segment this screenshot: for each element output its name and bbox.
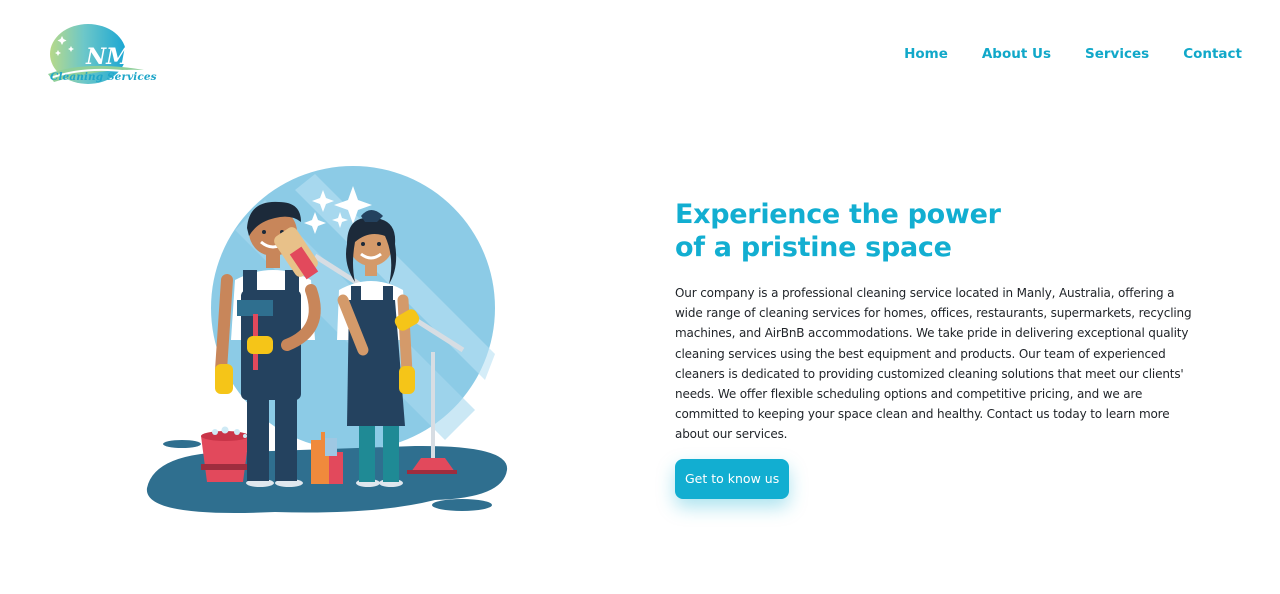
hero-headline: Experience the power of a pristine space xyxy=(675,198,1205,264)
hero-text: Experience the power of a pristine space… xyxy=(675,198,1205,499)
hero-headline-line1: Experience the power xyxy=(675,199,1001,230)
hero-headline-line2: of a pristine space xyxy=(675,232,952,263)
site-header: NM Cleaning Services Home About Us Servi… xyxy=(0,0,1280,110)
main-nav: Home About Us Services Contact xyxy=(904,44,1242,64)
hero-description: Our company is a professional cleaning s… xyxy=(675,286,1192,442)
logo-mark: NM xyxy=(85,44,131,70)
get-to-know-us-button[interactable]: Get to know us xyxy=(675,458,790,499)
logo-tagline: Cleaning Services xyxy=(50,71,157,83)
two-cleaners-illustration xyxy=(146,166,508,513)
nav-services[interactable]: Services xyxy=(1085,44,1149,64)
nav-about-us[interactable]: About Us xyxy=(982,44,1051,64)
nav-contact[interactable]: Contact xyxy=(1183,44,1242,64)
nav-home[interactable]: Home xyxy=(904,44,948,64)
